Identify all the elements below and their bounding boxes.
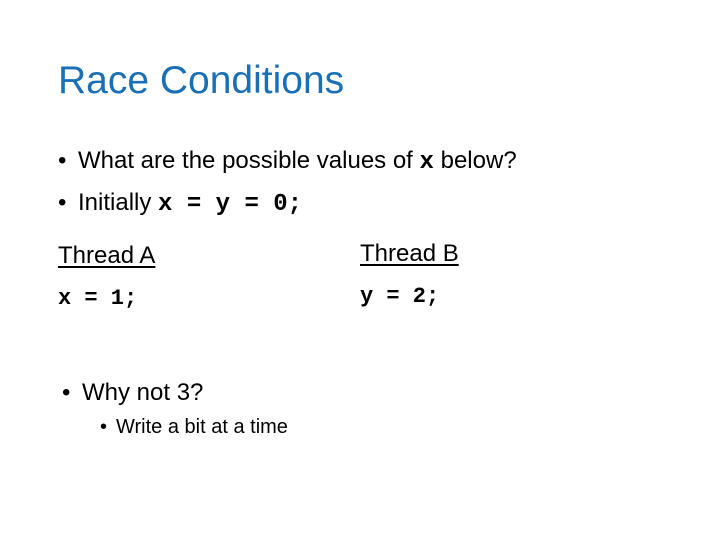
bullet-marker: • bbox=[58, 189, 67, 216]
bullet-text: Initially bbox=[78, 189, 159, 216]
slide-title: Race Conditions bbox=[58, 59, 345, 102]
bullet-possible-values: • What are the possible values of x below… bbox=[58, 146, 517, 178]
bullet-text: Why not 3? bbox=[82, 379, 204, 406]
bullet-why-not-3: • Why not 3? bbox=[62, 378, 203, 408]
thread-a-code: x = 1; bbox=[58, 286, 138, 311]
code-variable-x: x bbox=[419, 149, 434, 176]
code-initialization: x = y = 0; bbox=[158, 191, 303, 218]
bullet-marker: • bbox=[58, 147, 67, 174]
bullet-initial-values: • Initially x = y = 0; bbox=[58, 188, 302, 220]
bullet-marker: • bbox=[100, 416, 108, 438]
thread-b-label: Thread B bbox=[360, 240, 459, 267]
bullet-text: What are the possible values of bbox=[78, 147, 420, 174]
thread-b-code: y = 2; bbox=[360, 284, 440, 309]
bullet-suffix: below? bbox=[433, 147, 517, 174]
bullet-marker: • bbox=[62, 379, 71, 406]
bullet-text: Write a bit at a time bbox=[116, 416, 288, 438]
thread-a-label: Thread A bbox=[58, 242, 156, 269]
sub-bullet-write-bit: • Write a bit at a time bbox=[100, 414, 288, 440]
